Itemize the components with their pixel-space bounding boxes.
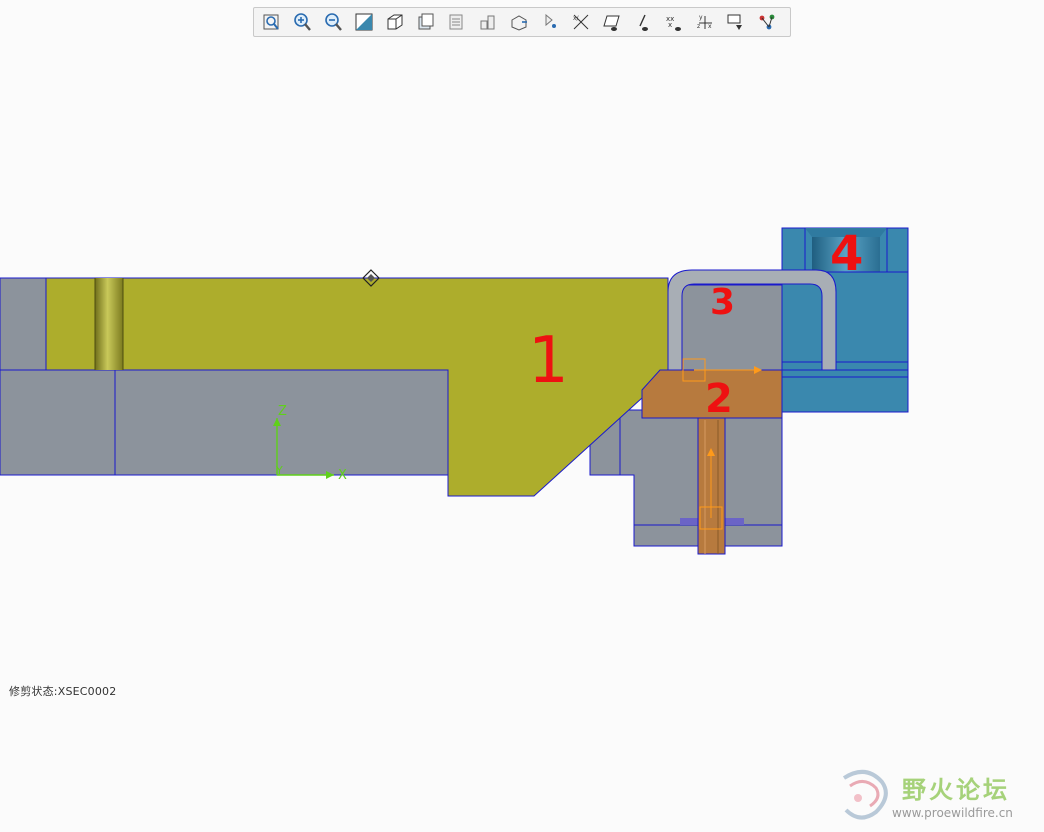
annotation-label-4: 4 [830, 226, 863, 282]
trim-status-text: 修剪状态:XSEC0002 [9, 685, 117, 698]
watermark-title: 野火论坛 [902, 776, 1010, 804]
gray-plate-lower[interactable] [0, 369, 449, 476]
olive-hole-shading [95, 278, 123, 370]
graphics-viewport[interactable]: X Z Y 1 2 3 4 [0, 0, 1044, 832]
annotation-label-2: 2 [705, 376, 733, 422]
annotation-label-3: 3 [710, 282, 735, 323]
gray-block-upper-left[interactable] [0, 277, 47, 371]
csys-x-label: X [338, 468, 347, 483]
watermark-url: www.proewildfire.cn [892, 806, 1013, 820]
csys-z-label: Z [278, 404, 287, 419]
annotation-label-1: 1 [528, 324, 569, 398]
csys-y-label: Y [275, 464, 283, 477]
forum-logo-icon [842, 770, 888, 820]
section-model[interactable]: X Z Y 1 2 3 4 [0, 226, 909, 555]
